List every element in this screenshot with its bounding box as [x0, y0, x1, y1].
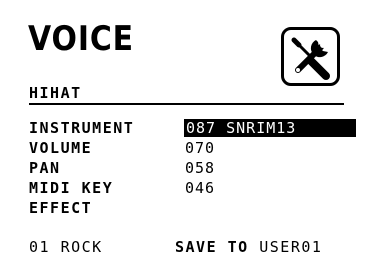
param-value-selected[interactable]: 087 SNRIM13 — [184, 119, 356, 137]
param-label: EFFECT — [29, 199, 93, 217]
param-row-pan[interactable]: PAN 058 — [29, 158, 359, 178]
save-target: USER01 — [259, 238, 323, 256]
param-label: MIDI KEY — [29, 179, 114, 197]
save-to-action[interactable]: SAVE TO USER01 — [175, 237, 322, 257]
param-label: VOLUME — [29, 139, 93, 157]
param-value[interactable]: 070 — [185, 138, 215, 158]
tools-icon — [291, 37, 330, 80]
section-name: HIHAT — [29, 84, 82, 102]
param-value[interactable]: 046 — [185, 178, 215, 198]
param-label: INSTRUMENT — [29, 119, 135, 137]
param-row-midi-key[interactable]: MIDI KEY 046 — [29, 178, 359, 198]
page-title: VOICE — [28, 19, 134, 59]
param-value[interactable]: 058 — [185, 158, 215, 178]
kit-name: 01 ROCK — [29, 238, 103, 256]
param-label: PAN — [29, 159, 61, 177]
divider — [29, 103, 344, 105]
param-row-effect[interactable]: EFFECT — [29, 198, 359, 218]
save-to-label: SAVE TO — [175, 238, 249, 256]
param-row-volume[interactable]: VOLUME 070 — [29, 138, 359, 158]
tools-button[interactable] — [281, 27, 340, 86]
param-row-instrument[interactable]: INSTRUMENT 087 SNRIM13 — [29, 118, 359, 138]
